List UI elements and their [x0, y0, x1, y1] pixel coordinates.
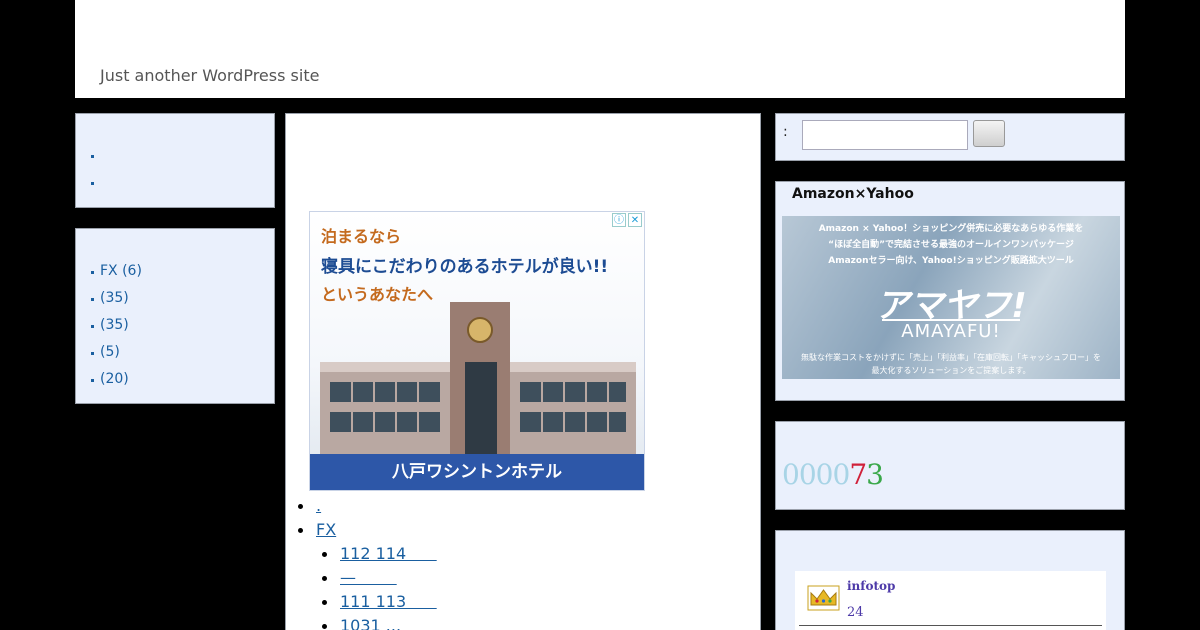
- list-item[interactable]: [90, 142, 100, 169]
- category-link[interactable]: (35): [100, 290, 129, 306]
- bullet-icon: [298, 504, 303, 509]
- ad-info-icon[interactable]: ⓘ: [612, 213, 626, 227]
- post-link[interactable]: .: [316, 496, 321, 515]
- category-item[interactable]: (20): [90, 366, 142, 393]
- category-link[interactable]: (35): [100, 317, 129, 333]
- widget-title: Amazon×Yahoo: [792, 186, 914, 202]
- counter-digit: 0: [798, 458, 817, 491]
- category-link[interactable]: (20): [100, 371, 129, 387]
- infotop-number: 24: [847, 605, 864, 620]
- access-counter-widget: 000073: [775, 421, 1125, 510]
- search-input[interactable]: [802, 120, 968, 150]
- banner-text: Amazonセラー向け、Yahoo!ショッピング販路拡大ツール: [828, 256, 1074, 266]
- site-header: Just another WordPress site: [75, 0, 1125, 98]
- infotop-name[interactable]: infotop: [847, 579, 895, 593]
- list-item[interactable]: 112 114: [298, 542, 437, 566]
- ad-close-icon[interactable]: ✕: [628, 213, 642, 227]
- counter-digit: 0: [782, 458, 800, 491]
- category-link[interactable]: (5): [100, 344, 120, 360]
- counter-digit: 7: [849, 458, 867, 491]
- post-link[interactable]: —: [340, 568, 397, 587]
- amazon-yahoo-widget: Amazon×Yahoo Amazon × Yahoo！ショッピング併売に必要な…: [775, 181, 1125, 401]
- categories-widget: FX (6) (35) (35) (5) (20): [75, 228, 275, 404]
- list-item[interactable]: .: [298, 494, 437, 518]
- hotel-name-bar: 八戸ワシントンホテル: [310, 454, 644, 490]
- post-link[interactable]: 112 114: [340, 544, 437, 563]
- bullet-icon: [91, 271, 94, 274]
- crown-icon: [807, 585, 840, 611]
- site-tagline: Just another WordPress site: [100, 66, 320, 85]
- post-link[interactable]: 111 113: [340, 592, 437, 611]
- list-item[interactable]: —: [298, 566, 437, 590]
- bullet-icon: [322, 624, 327, 629]
- bullet-icon: [322, 600, 327, 605]
- ad-headline-1: 泊まるなら: [321, 227, 402, 246]
- banner-footer-text: 無駄な作業コストをかけずに「売上」「利益率」「在庫回転」「キャッシュフロー」を: [801, 353, 1101, 362]
- list-item[interactable]: 111 113: [298, 590, 437, 614]
- bullet-icon: [91, 352, 94, 355]
- list-item[interactable]: FX: [298, 518, 437, 542]
- category-item[interactable]: FX (6): [90, 258, 142, 285]
- list-item[interactable]: [90, 169, 100, 196]
- infotop-strip: [799, 625, 1102, 630]
- category-item[interactable]: (5): [90, 339, 142, 366]
- category-link[interactable]: FX (6): [100, 263, 142, 279]
- search-label: :: [783, 124, 788, 140]
- bullet-icon: [91, 379, 94, 382]
- counter-digit: 3: [866, 458, 884, 491]
- bullet-icon: [91, 325, 94, 328]
- category-list: FX (6) (35) (35) (5) (20): [90, 258, 142, 393]
- post-link[interactable]: 1031 ...: [340, 616, 432, 630]
- counter-digit: 0: [815, 458, 834, 491]
- ad-headline-2: 寝具にこだわりのあるホテルが良い!!: [321, 257, 609, 277]
- bullet-icon: [91, 298, 94, 301]
- access-counter: 000073: [782, 458, 884, 491]
- hotel-ad-banner[interactable]: ⓘ ✕ 泊まるなら 寝具にこだわりのあるホテルが良い!! というあなたへ 八戸ワ…: [309, 211, 645, 491]
- bullet-icon: [322, 552, 327, 557]
- amayafu-ad-banner[interactable]: Amazon × Yahoo！ショッピング併売に必要なあらゆる作業を “ほぼ全自…: [782, 216, 1120, 379]
- banner-footer-text: 最大化するソリューションをご提案します。: [871, 366, 1031, 375]
- hotel-building-illustration: [320, 302, 636, 457]
- main-content: ⓘ ✕ 泊まるなら 寝具にこだわりのあるホテルが良い!! というあなたへ 八戸ワ…: [285, 113, 761, 630]
- list-item[interactable]: 1031 ...: [298, 614, 437, 630]
- left-nav-widget: [75, 113, 275, 208]
- banner-text: Amazon × Yahoo！ショッピング併売に必要なあらゆる作業を: [818, 224, 1084, 234]
- bullet-icon: [298, 528, 303, 533]
- search-widget: :: [775, 113, 1125, 161]
- post-link[interactable]: FX: [316, 520, 336, 539]
- category-item[interactable]: (35): [90, 285, 142, 312]
- counter-digit: 0: [832, 458, 850, 491]
- banner-text: “ほぼ全自動”で完結させる最強のオールインワンパッケージ: [828, 240, 1074, 250]
- left-nav-list: [90, 142, 100, 196]
- infotop-ranking-box[interactable]: infotop 24: [795, 571, 1106, 630]
- search-button[interactable]: [973, 120, 1005, 147]
- post-list: . FX 112 114 — 111 113 1031 ...: [298, 494, 437, 630]
- infotop-widget: infotop 24: [775, 530, 1125, 630]
- bullet-icon: [322, 576, 327, 581]
- bullet-icon: [91, 182, 94, 185]
- amayafu-subtitle: AMAYAFU!: [901, 321, 1001, 342]
- category-item[interactable]: (35): [90, 312, 142, 339]
- ad-controls: ⓘ ✕: [612, 213, 642, 227]
- bullet-icon: [91, 155, 94, 158]
